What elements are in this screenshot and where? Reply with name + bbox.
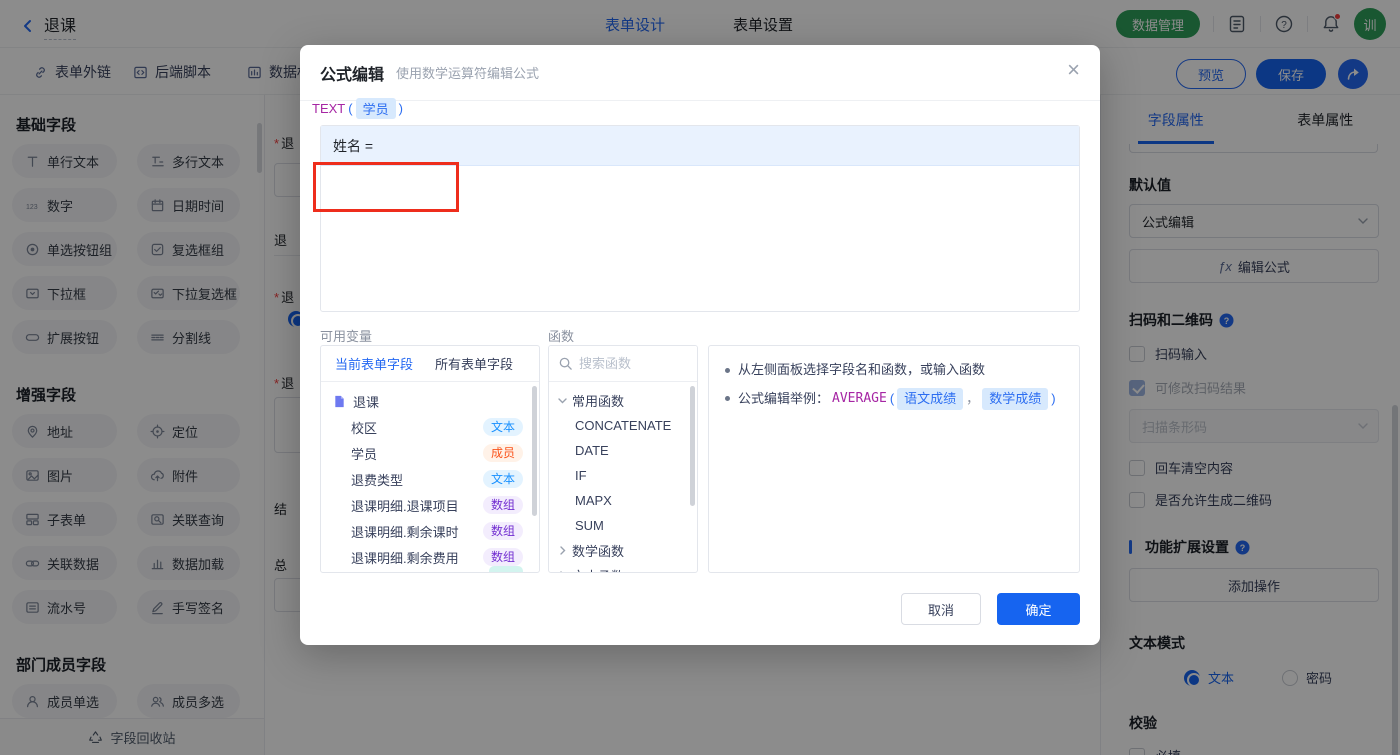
type-tag: 文本 xyxy=(482,418,523,436)
function-item[interactable]: CONCATENATE xyxy=(549,413,697,438)
variable-row[interactable]: 退费类型 文本 xyxy=(321,466,539,492)
variables-tree-root[interactable]: 退课 xyxy=(321,388,539,414)
hint-line-2: 公式编辑举例： AVERAGE ( 语文成绩 ， 数学成绩 ) xyxy=(725,388,1063,410)
cancel-button[interactable]: 取消 xyxy=(901,593,981,625)
formula-edit-modal: 公式编辑 使用数学运算符编辑公式 × 姓名 = TEXT ( 学员 ) 可用变量… xyxy=(300,45,1100,645)
variable-row[interactable]: 校区 文本 xyxy=(321,414,539,440)
function-item[interactable]: IF xyxy=(549,463,697,488)
paren-close: ) xyxy=(398,101,403,116)
annotation-box xyxy=(313,162,459,212)
caret-down-icon xyxy=(557,395,568,406)
file-icon xyxy=(333,395,346,408)
variables-panel: 当前表单字段 所有表单字段 退课 校区 文本 学员 成员 退费类型 文本 退课明细.退… xyxy=(320,345,540,573)
separator: ， xyxy=(966,391,980,406)
formula-expression[interactable]: TEXT ( 学员 ) xyxy=(312,98,403,119)
function-group-text[interactable]: 文本函数 xyxy=(549,563,697,572)
function-item[interactable]: DATE xyxy=(549,438,697,463)
bullet-dot xyxy=(725,396,730,401)
variable-row[interactable]: 学员 成员 xyxy=(321,440,539,466)
variables-label: 可用变量 xyxy=(320,329,373,344)
tree-root-label: 退课 xyxy=(353,394,380,410)
variables-tabs: 当前表单字段 所有表单字段 xyxy=(321,346,539,382)
type-tag: 数组 xyxy=(482,548,523,566)
formula-editor[interactable]: 姓名 = xyxy=(320,125,1080,312)
hint-line-1: 从左侧面板选择字段名和函数，或输入函数 xyxy=(725,360,1063,380)
example-chip: 语文成绩 xyxy=(897,388,964,410)
close-icon[interactable]: × xyxy=(1067,59,1080,81)
modal-title: 公式编辑 xyxy=(320,66,385,84)
paren-open: ( xyxy=(348,101,353,116)
functions-scrollbar[interactable] xyxy=(690,386,695,506)
caret-right-icon xyxy=(557,545,568,556)
formula-keyword: TEXT xyxy=(312,101,346,116)
functions-panel: 常用函数 CONCATENATE DATE IF MAPX SUM 数学函数 文… xyxy=(548,345,698,573)
bullet-dot xyxy=(725,368,730,373)
type-tag: 数组 xyxy=(482,522,523,540)
function-search xyxy=(549,346,697,382)
variable-row[interactable]: 退课明细.退课项目 数组 xyxy=(321,492,539,518)
paren-close: ) xyxy=(1051,391,1056,406)
caret-right-icon xyxy=(557,570,568,572)
search-icon xyxy=(558,356,573,371)
variable-row[interactable]: 退课明细.剩余课时 数组 xyxy=(321,518,539,544)
modal-subtitle: 使用数学运算符编辑公式 xyxy=(396,66,540,81)
field-chip[interactable]: 学员 xyxy=(355,98,396,119)
function-item[interactable]: MAPX xyxy=(549,488,697,513)
modal-header: 公式编辑 使用数学运算符编辑公式 xyxy=(300,45,1100,101)
formula-lhs: 姓名 = xyxy=(333,137,374,154)
variables-scrollbar[interactable] xyxy=(532,386,537,516)
paren-open: ( xyxy=(889,391,895,406)
type-tag: 成员 xyxy=(482,444,523,462)
confirm-button[interactable]: 确定 xyxy=(997,593,1080,625)
hint-function-name: AVERAGE xyxy=(832,391,887,406)
type-tag: 文本 xyxy=(482,470,523,488)
functions-label: 函数 xyxy=(548,329,575,344)
type-tag: 数组 xyxy=(482,496,523,514)
hint-example-prefix: 公式编辑举例： xyxy=(738,391,830,406)
function-item[interactable]: SUM xyxy=(549,513,697,538)
function-group-math[interactable]: 数学函数 xyxy=(549,538,697,563)
formula-target-bar: 姓名 = xyxy=(321,126,1079,166)
variable-row[interactable]: 退课明细.剩余费用 数组 xyxy=(321,544,539,572)
function-group-common[interactable]: 常用函数 xyxy=(549,388,697,413)
hints-panel: 从左侧面板选择字段名和函数，或输入函数 公式编辑举例： AVERAGE ( 语文… xyxy=(708,345,1080,573)
partial-tag xyxy=(489,566,523,572)
tab-all-form-fields[interactable]: 所有表单字段 xyxy=(435,354,513,373)
example-chip: 数学成绩 xyxy=(982,388,1049,410)
tab-current-form-fields[interactable]: 当前表单字段 xyxy=(335,354,413,373)
